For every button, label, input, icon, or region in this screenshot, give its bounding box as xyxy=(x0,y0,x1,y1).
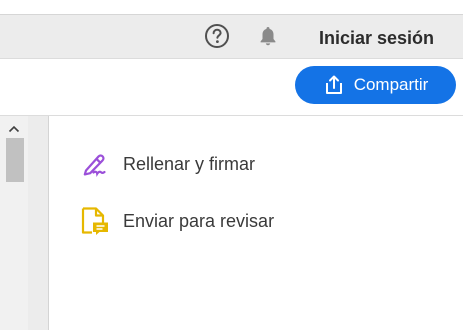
fill-sign-pen-icon xyxy=(83,154,106,177)
bell-icon[interactable] xyxy=(256,24,280,48)
window-top-strip xyxy=(0,0,463,14)
tool-label: Enviar para revisar xyxy=(123,210,275,231)
app-header: Iniciar sesión xyxy=(0,14,463,59)
signin-link[interactable]: Iniciar sesión xyxy=(319,28,434,49)
scrollbar-thumb[interactable] xyxy=(6,138,24,182)
share-button[interactable]: Compartir xyxy=(295,66,456,104)
tool-send-for-review[interactable]: Enviar para revisar xyxy=(78,205,274,237)
help-icon[interactable] xyxy=(204,23,230,49)
tools-panel: Rellenar y firmar Enviar para revisar xyxy=(49,116,463,330)
document-toolbar: Compartir xyxy=(0,59,463,116)
scroll-up-button[interactable] xyxy=(4,120,24,138)
chevron-up-icon xyxy=(8,125,20,133)
nav-pane-strip xyxy=(28,116,49,330)
tool-fill-and-sign[interactable]: Rellenar y firmar xyxy=(78,148,255,180)
vertical-scrollbar[interactable] xyxy=(0,116,28,330)
share-button-label: Compartir xyxy=(353,75,429,94)
tool-label: Rellenar y firmar xyxy=(123,153,256,174)
send-for-review-icon xyxy=(81,207,108,235)
share-icon xyxy=(325,75,342,94)
